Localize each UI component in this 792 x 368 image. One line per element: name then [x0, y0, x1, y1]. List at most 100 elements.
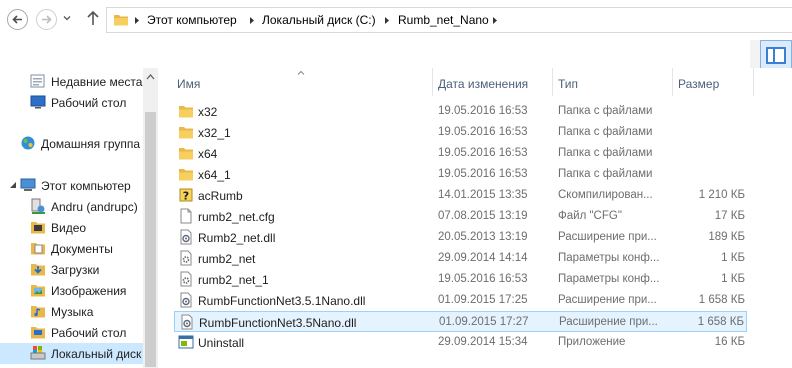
dll-file-icon	[180, 292, 192, 308]
pictures-folder-icon	[31, 285, 45, 297]
table-row[interactable]: ? acRumb 14.01.2015 13:35 Скомпилирован.…	[174, 185, 747, 206]
file-name: acRumb	[198, 189, 243, 203]
nav-music[interactable]: Музыка	[0, 301, 158, 322]
nav-homegroup[interactable]: Домашняя группа	[0, 133, 158, 154]
table-row[interactable]: rumb2_net 29.09.2014 14:14 Параметры кон…	[174, 248, 747, 269]
column-header-date[interactable]: Дата изменения	[433, 68, 552, 96]
folder-icon	[179, 169, 193, 181]
breadcrumb[interactable]: Этот компьютер Локальный диск (C:) Rumb_…	[106, 7, 792, 33]
breadcrumb-local-disk[interactable]: Локальный диск (C:)	[262, 13, 376, 27]
up-arrow-icon[interactable]	[86, 10, 100, 26]
desktop-icon	[30, 95, 46, 109]
forward-button[interactable]	[36, 9, 57, 30]
nav-this-pc[interactable]: Этот компьютер	[0, 175, 158, 196]
file-size: 1 658 КБ	[697, 316, 744, 328]
nav-downloads[interactable]: Загрузки	[0, 259, 158, 280]
svg-text:?: ?	[183, 190, 189, 203]
homegroup-icon	[21, 136, 35, 150]
breadcrumb-separator-icon	[250, 17, 254, 24]
compiled-help-icon: ?	[179, 188, 193, 203]
breadcrumb-separator-icon	[493, 17, 497, 24]
file-name: rumb2_net_1	[198, 273, 269, 287]
table-row[interactable]: x32_1 19.05.2016 16:53 Папка с файлами	[174, 122, 747, 143]
column-divider[interactable]	[753, 68, 754, 96]
config-file-icon	[180, 250, 192, 266]
file-date: 19.05.2016 16:53	[438, 168, 528, 180]
table-row-selected[interactable]: RumbFunctionNet3.5Nano.dll 01.09.2015 17…	[174, 311, 747, 332]
nav-item-label: Локальный диск	[51, 347, 142, 361]
column-header-name[interactable]: Имя	[160, 68, 432, 96]
file-date: 19.05.2016 16:53	[438, 273, 528, 285]
file-type: Приложение	[558, 336, 626, 348]
recent-locations-chevron-icon[interactable]	[62, 13, 72, 23]
music-folder-icon	[31, 306, 45, 318]
nav-item-label: Музыка	[51, 305, 94, 319]
file-date: 19.05.2016 16:53	[438, 147, 528, 159]
file-name: x32	[198, 105, 218, 119]
file-type: Расширение при...	[559, 316, 658, 328]
file-date: 29.09.2014 15:34	[438, 336, 528, 348]
column-header-label: Размер	[678, 77, 720, 91]
file-type: Папка с файлами	[558, 168, 653, 180]
file-size: 189 КБ	[708, 231, 745, 243]
documents-folder-icon	[31, 243, 45, 255]
expand-arrow-icon[interactable]	[9, 181, 17, 189]
nav-pictures[interactable]: Изображения	[0, 280, 158, 301]
scroll-up-arrow-icon[interactable]	[146, 74, 155, 80]
navigation-scrollbar[interactable]	[143, 68, 158, 368]
file-type: Папка с файлами	[558, 126, 653, 138]
breadcrumb-this-pc[interactable]: Этот компьютер	[147, 13, 237, 27]
nav-item-label: Andru (andrupc)	[51, 200, 138, 214]
table-row[interactable]: x64_1 19.05.2016 16:53 Папка с файлами	[174, 164, 747, 185]
breadcrumb-separator-icon	[135, 17, 139, 24]
preview-pane-button[interactable]	[760, 40, 792, 70]
local-disk-icon	[30, 346, 46, 360]
address-bar: Этот компьютер Локальный диск (C:) Rumb_…	[0, 0, 792, 40]
file-date: 01.09.2015 17:25	[438, 294, 528, 306]
nav-item-label: Изображения	[51, 284, 127, 298]
nav-item-label: Документы	[51, 242, 113, 256]
table-row[interactable]: RumbFunctionNet3.5.1Nano.dll 01.09.2015 …	[174, 290, 747, 311]
recent-places-icon	[30, 74, 45, 88]
scrollbar-thumb[interactable]	[145, 112, 156, 367]
column-header-label: Имя	[177, 77, 201, 91]
nav-desktop[interactable]: Рабочий стол	[0, 92, 158, 113]
table-row[interactable]: x64 19.05.2016 16:53 Папка с файлами	[174, 143, 747, 164]
file-type: Скомпилирован...	[558, 189, 653, 201]
nav-recent-places[interactable]: Недавние места	[0, 71, 158, 92]
file-name: RumbFunctionNet3.5Nano.dll	[199, 316, 357, 330]
file-size: 16 КБ	[714, 336, 745, 348]
file-name: rumb2_net	[198, 252, 256, 266]
file-type: Расширение при...	[558, 294, 657, 306]
file-name: x32_1	[198, 126, 231, 140]
file-size: 1 КБ	[721, 273, 745, 285]
file-name: x64_1	[198, 168, 231, 182]
back-button[interactable]	[7, 9, 28, 30]
breadcrumb-separator-icon	[385, 17, 389, 24]
nav-user[interactable]: Andru (andrupc)	[0, 196, 158, 217]
nav-item-label: Рабочий стол	[51, 326, 127, 340]
nav-documents[interactable]: Документы	[0, 238, 158, 259]
nav-item-label: Рабочий стол	[51, 96, 127, 110]
table-row[interactable]: Rumb2_net.dll 20.05.2013 13:19 Расширени…	[174, 227, 747, 248]
file-date: 19.05.2016 16:53	[438, 126, 528, 138]
desktop-folder-icon	[31, 327, 45, 339]
file-size: 1 КБ	[721, 252, 745, 264]
dll-file-icon	[181, 314, 193, 330]
file-size: 1 658 КБ	[698, 294, 745, 306]
nav-item-label: Недавние места	[51, 75, 143, 89]
column-header-type[interactable]: Тип	[553, 68, 672, 96]
table-row[interactable]: Uninstall 29.09.2014 15:34 Приложение 16…	[174, 332, 747, 353]
column-header-size[interactable]: Размер	[673, 68, 753, 96]
file-date: 14.01.2015 13:35	[438, 189, 528, 201]
table-row[interactable]: rumb2_net_1 19.05.2016 16:53 Параметры к…	[174, 269, 747, 290]
file-type: Расширение при...	[558, 231, 657, 243]
nav-desktop-folder[interactable]: Рабочий стол	[0, 322, 158, 343]
nav-local-disk[interactable]: Локальный диск	[0, 343, 158, 364]
table-row[interactable]: x32 19.05.2016 16:53 Папка с файлами	[174, 101, 747, 122]
breadcrumb-current-folder[interactable]: Rumb_net_Nano	[398, 13, 489, 27]
table-row[interactable]: rumb2_net.cfg 07.08.2015 13:19 Файл "CFG…	[174, 206, 747, 227]
downloads-folder-icon	[31, 264, 45, 276]
nav-videos[interactable]: Видео	[0, 217, 158, 238]
file-name: x64	[198, 147, 218, 161]
